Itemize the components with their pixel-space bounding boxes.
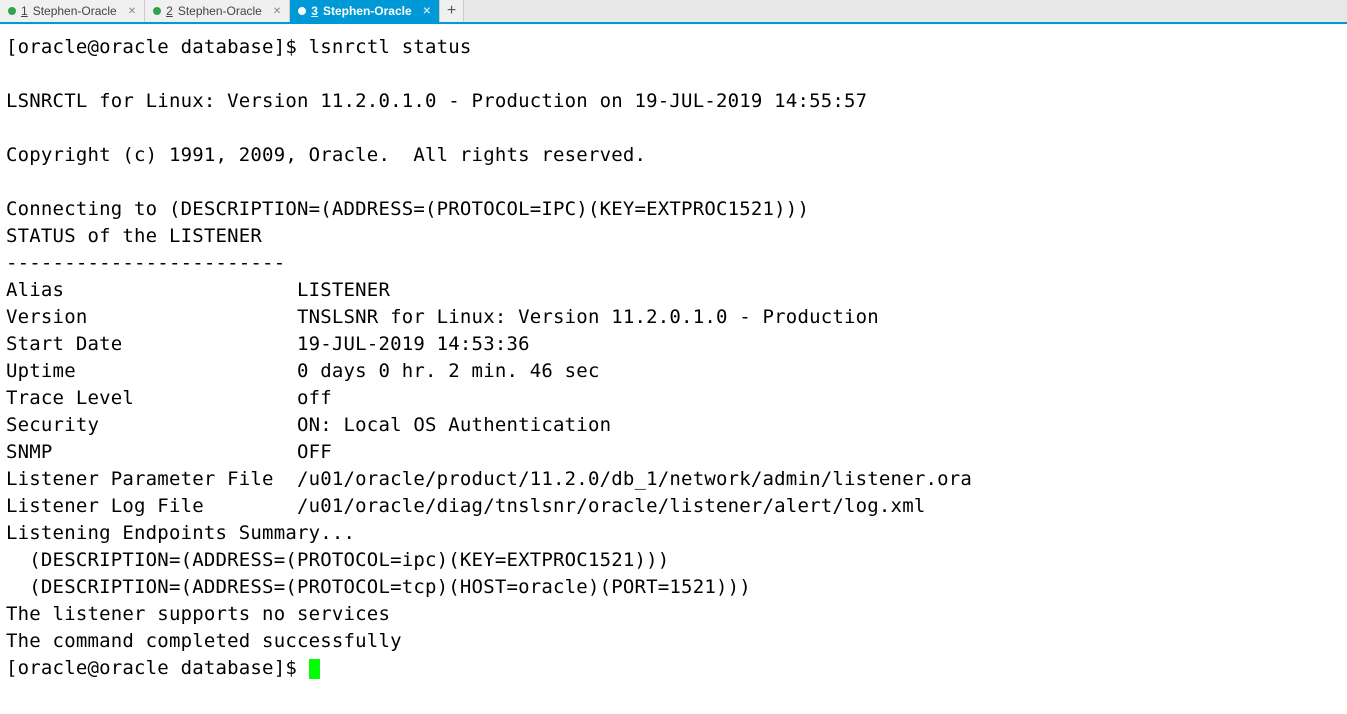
output-line: The command completed successfully (6, 630, 402, 652)
tab-number: 3 (311, 4, 318, 18)
kv-row: Version TNSLSNR for Linux: Version 11.2.… (6, 306, 879, 328)
prompt: [oracle@oracle database]$ (6, 657, 309, 679)
output-line: ------------------------ (6, 252, 285, 274)
kv-row: Alias LISTENER (6, 279, 390, 301)
status-dot-icon (298, 7, 306, 15)
cursor-icon (309, 659, 320, 679)
tab-1[interactable]: 1 Stephen-Oracle ✕ (0, 0, 145, 22)
output-line: The listener supports no services (6, 603, 390, 625)
output-line: STATUS of the LISTENER (6, 225, 262, 247)
output-line: LSNRCTL for Linux: Version 11.2.0.1.0 - … (6, 90, 867, 112)
tab-number: 1 (21, 4, 28, 18)
tab-2[interactable]: 2 Stephen-Oracle ✕ (145, 0, 290, 22)
command-text: lsnrctl status (309, 36, 472, 58)
kv-row: Uptime 0 days 0 hr. 2 min. 46 sec (6, 360, 600, 382)
close-icon[interactable]: ✕ (128, 6, 136, 17)
close-icon[interactable]: ✕ (273, 6, 281, 17)
prompt: [oracle@oracle database]$ (6, 36, 309, 58)
tab-3[interactable]: 3 Stephen-Oracle ✕ (290, 0, 440, 22)
tab-label: Stephen-Oracle (178, 4, 262, 18)
terminal-output[interactable]: [oracle@oracle database]$ lsnrctl status… (0, 24, 1347, 692)
new-tab-button[interactable]: + (440, 0, 464, 22)
status-dot-icon (153, 7, 161, 15)
kv-row: Listener Log File /u01/oracle/diag/tnsls… (6, 495, 925, 517)
plus-icon: + (447, 2, 456, 20)
kv-row: Start Date 19-JUL-2019 14:53:36 (6, 333, 530, 355)
output-line: Listening Endpoints Summary... (6, 522, 355, 544)
kv-row: SNMP OFF (6, 441, 332, 463)
output-line: Copyright (c) 1991, 2009, Oracle. All ri… (6, 144, 646, 166)
output-line: (DESCRIPTION=(ADDRESS=(PROTOCOL=tcp)(HOS… (6, 576, 751, 598)
kv-row: Security ON: Local OS Authentication (6, 414, 611, 436)
output-line: (DESCRIPTION=(ADDRESS=(PROTOCOL=ipc)(KEY… (6, 549, 669, 571)
tab-label: Stephen-Oracle (323, 4, 412, 18)
status-dot-icon (8, 7, 16, 15)
close-icon[interactable]: ✕ (423, 6, 431, 17)
tab-number: 2 (166, 4, 173, 18)
kv-row: Listener Parameter File /u01/oracle/prod… (6, 468, 972, 490)
tab-label: Stephen-Oracle (33, 4, 117, 18)
kv-row: Trace Level off (6, 387, 332, 409)
output-line: Connecting to (DESCRIPTION=(ADDRESS=(PRO… (6, 198, 809, 220)
tab-bar: 1 Stephen-Oracle ✕ 2 Stephen-Oracle ✕ 3 … (0, 0, 1347, 24)
